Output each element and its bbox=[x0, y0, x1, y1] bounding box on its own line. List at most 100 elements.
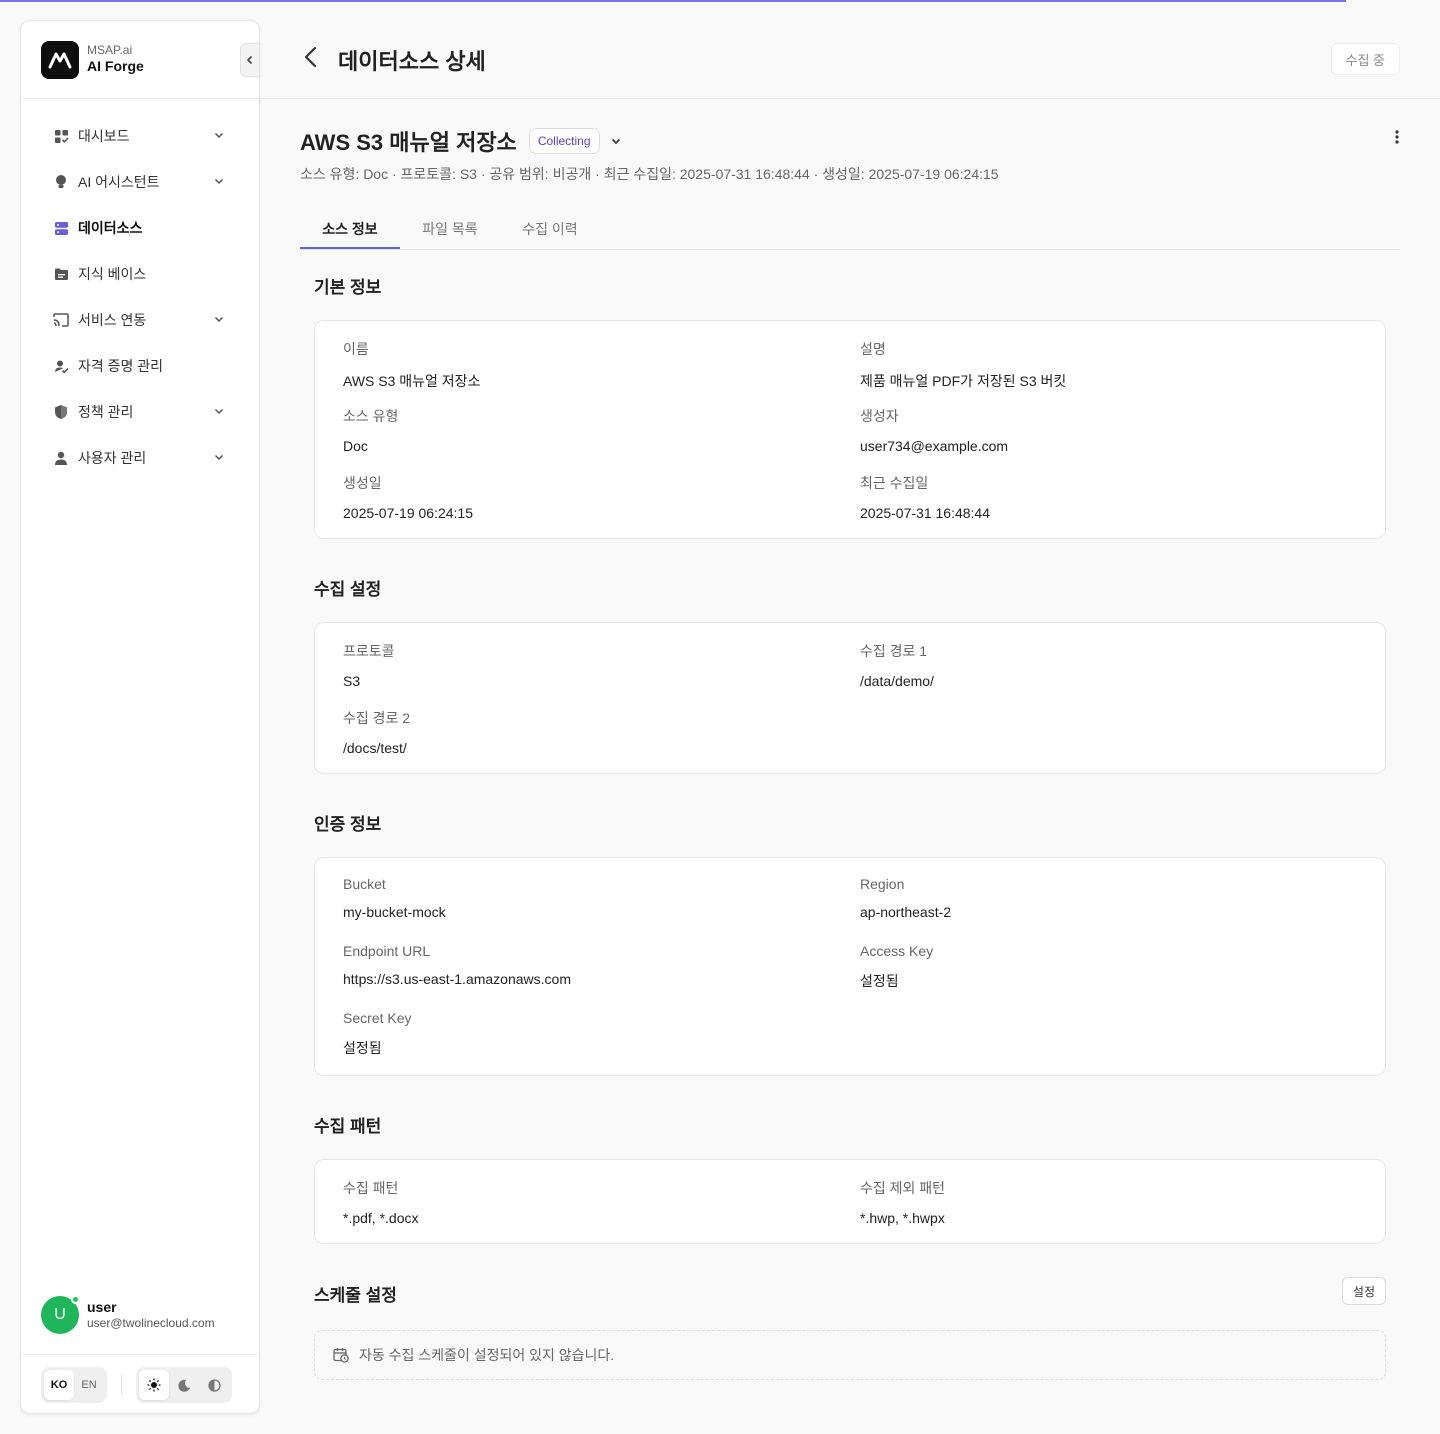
shield-icon bbox=[53, 404, 69, 420]
field-label: Region bbox=[860, 876, 905, 892]
field-label: 수집 패턴 bbox=[343, 1180, 399, 1196]
sidebar-item-users[interactable]: 사용자 관리 bbox=[21, 435, 259, 481]
field-value: Doc bbox=[343, 438, 368, 454]
field-value: 제품 매뉴얼 PDF가 저장된 S3 버킷 bbox=[860, 373, 1067, 389]
schedule-settings-button[interactable]: 설정 bbox=[1341, 1277, 1386, 1305]
field-value: 설정됨 bbox=[860, 973, 899, 989]
user-name: user bbox=[87, 1298, 117, 1315]
schedule-empty-state: 자동 수집 스케줄이 설정되어 있지 않습니다. bbox=[314, 1330, 1386, 1380]
status-dropdown-button[interactable] bbox=[610, 135, 622, 147]
field-label: 수집 제외 패턴 bbox=[860, 1180, 946, 1196]
sidebar-item-label: 자격 증명 관리 bbox=[78, 358, 164, 374]
field-creator: 생성자 user734@example.com bbox=[860, 406, 1330, 454]
field-source-type: 소스 유형 Doc bbox=[343, 406, 813, 454]
field-last-collected: 최근 수집일 2025-07-31 16:48:44 bbox=[860, 473, 1330, 521]
field-created-at: 생성일 2025-07-19 06:24:15 bbox=[343, 473, 813, 521]
theme-toggle bbox=[136, 1367, 232, 1403]
chevron-down-icon bbox=[611, 138, 620, 145]
collapse-sidebar-button[interactable] bbox=[240, 43, 260, 77]
sun-icon bbox=[147, 1378, 161, 1392]
system-theme-button[interactable] bbox=[199, 1370, 229, 1400]
sidebar-item-ai-assistant[interactable]: AI 어시스턴트 bbox=[21, 159, 259, 205]
tab-bar: 소스 정보 파일 목록 수집 이력 bbox=[300, 205, 1400, 250]
datasource-icon bbox=[53, 220, 69, 236]
collect-pattern-card: 수집 패턴 *.pdf, *.docx 수집 제외 패턴 *.hwp, *.hw… bbox=[314, 1159, 1386, 1244]
field-label: 최근 수집일 bbox=[860, 475, 929, 491]
sidebar-item-label: AI 어시스턴트 bbox=[78, 174, 160, 190]
sidebar: MSAP.ai AI Forge 대시보드 AI 어시스턴트 데이터소스 지식 … bbox=[20, 20, 260, 1414]
status-badge: Collecting bbox=[528, 128, 600, 154]
field-collect-path-1: 수집 경로 1 /data/demo/ bbox=[860, 641, 1330, 689]
sidebar-item-datasource[interactable]: 데이터소스 bbox=[21, 205, 259, 251]
auth-info-card: Bucket my-bucket-mock Region ap-northeas… bbox=[314, 857, 1386, 1076]
sidebar-item-label: 서비스 연동 bbox=[78, 312, 147, 328]
collecting-status-button[interactable]: 수집 중 bbox=[1330, 43, 1400, 75]
language-toggle: KO EN bbox=[41, 1367, 107, 1403]
field-label: Access Key bbox=[860, 943, 934, 959]
field-value: S3 bbox=[343, 673, 361, 689]
light-theme-button[interactable] bbox=[139, 1370, 169, 1400]
back-button[interactable] bbox=[302, 46, 322, 73]
moon-icon bbox=[177, 1379, 190, 1392]
dark-theme-button[interactable] bbox=[169, 1370, 199, 1400]
field-label: Endpoint URL bbox=[343, 943, 431, 959]
section-title-collect: 수집 설정 bbox=[314, 580, 382, 599]
field-exclude-pattern: 수집 제외 패턴 *.hwp, *.hwpx bbox=[860, 1178, 1330, 1226]
tab-source-info[interactable]: 소스 정보 bbox=[300, 205, 400, 249]
chevron-down-icon bbox=[214, 454, 224, 461]
sidebar-item-knowledge-base[interactable]: 지식 베이스 bbox=[21, 251, 259, 297]
field-label: 수집 경로 2 bbox=[343, 710, 411, 726]
lang-ko-button[interactable]: KO bbox=[44, 1370, 74, 1400]
section-title-schedule: 스케줄 설정 bbox=[314, 1286, 397, 1305]
sidebar-item-label: 지식 베이스 bbox=[78, 266, 147, 282]
sidebar-item-credentials[interactable]: 자격 증명 관리 bbox=[21, 343, 259, 389]
chevron-down-icon bbox=[214, 316, 224, 323]
footer-controls: KO EN bbox=[41, 1367, 232, 1403]
user-profile[interactable]: U user user@twolinecloud.com bbox=[21, 1275, 259, 1355]
field-value: 2025-07-19 06:24:15 bbox=[343, 505, 473, 521]
chevron-left-icon bbox=[246, 55, 253, 65]
field-value: /docs/test/ bbox=[343, 740, 407, 756]
section-title-pattern: 수집 패턴 bbox=[314, 1117, 382, 1136]
field-region: Region ap-northeast-2 bbox=[860, 876, 1330, 920]
contrast-icon bbox=[207, 1378, 221, 1392]
sidebar-item-service-integration[interactable]: 서비스 연동 bbox=[21, 297, 259, 343]
basic-info-card: 이름 AWS S3 매뉴얼 저장소 설명 제품 매뉴얼 PDF가 저장된 S3 … bbox=[314, 320, 1386, 539]
field-name: 이름 AWS S3 매뉴얼 저장소 bbox=[343, 339, 813, 391]
tab-file-list[interactable]: 파일 목록 bbox=[400, 205, 500, 249]
field-include-pattern: 수집 패턴 *.pdf, *.docx bbox=[343, 1178, 813, 1226]
sidebar-item-policy[interactable]: 정책 관리 bbox=[21, 389, 259, 435]
field-secret-key: Secret Key 설정됨 bbox=[343, 1010, 813, 1058]
folder-icon bbox=[53, 266, 69, 282]
chevron-down-icon bbox=[214, 408, 224, 415]
field-value: *.pdf, *.docx bbox=[343, 1210, 419, 1226]
arrow-left-icon bbox=[304, 46, 317, 68]
lightbulb-icon bbox=[53, 174, 69, 190]
field-bucket: Bucket my-bucket-mock bbox=[343, 876, 813, 920]
collect-settings-card: 프로토콜 S3 수집 경로 1 /data/demo/ 수집 경로 2 /doc… bbox=[314, 622, 1386, 774]
field-description: 설명 제품 매뉴얼 PDF가 저장된 S3 버킷 bbox=[860, 339, 1330, 391]
field-label: 프로토콜 bbox=[343, 643, 395, 659]
dashboard-icon bbox=[53, 128, 69, 144]
more-vertical-icon bbox=[1395, 130, 1399, 144]
credential-icon bbox=[53, 358, 69, 374]
avatar-initial: U bbox=[54, 1305, 66, 1323]
field-label: Bucket bbox=[343, 876, 386, 892]
more-options-button[interactable] bbox=[1394, 129, 1400, 150]
field-value: https://s3.us-east-1.amazonaws.com bbox=[343, 971, 571, 987]
field-value: /data/demo/ bbox=[860, 673, 934, 689]
sidebar-nav: 대시보드 AI 어시스턴트 데이터소스 지식 베이스 서비스 연동 자격 증명 … bbox=[21, 99, 259, 481]
field-label: 이름 bbox=[343, 341, 369, 357]
page-title: 데이터소스 상세 bbox=[338, 49, 486, 74]
sidebar-item-label: 대시보드 bbox=[78, 128, 130, 144]
chevron-down-icon bbox=[214, 132, 224, 139]
sidebar-item-label: 데이터소스 bbox=[78, 220, 143, 236]
datasource-title: AWS S3 매뉴얼 저장소 bbox=[300, 130, 517, 155]
datasource-meta: 소스 유형: Doc · 프로토콜: S3 · 공유 범위: 비공개 · 최근 … bbox=[300, 166, 999, 182]
divider bbox=[121, 1375, 122, 1395]
sidebar-item-dashboard[interactable]: 대시보드 bbox=[21, 113, 259, 159]
field-value: my-bucket-mock bbox=[343, 904, 446, 920]
lang-en-button[interactable]: EN bbox=[74, 1370, 104, 1400]
field-value: ap-northeast-2 bbox=[860, 904, 952, 920]
tab-collection-history[interactable]: 수집 이력 bbox=[500, 205, 600, 249]
